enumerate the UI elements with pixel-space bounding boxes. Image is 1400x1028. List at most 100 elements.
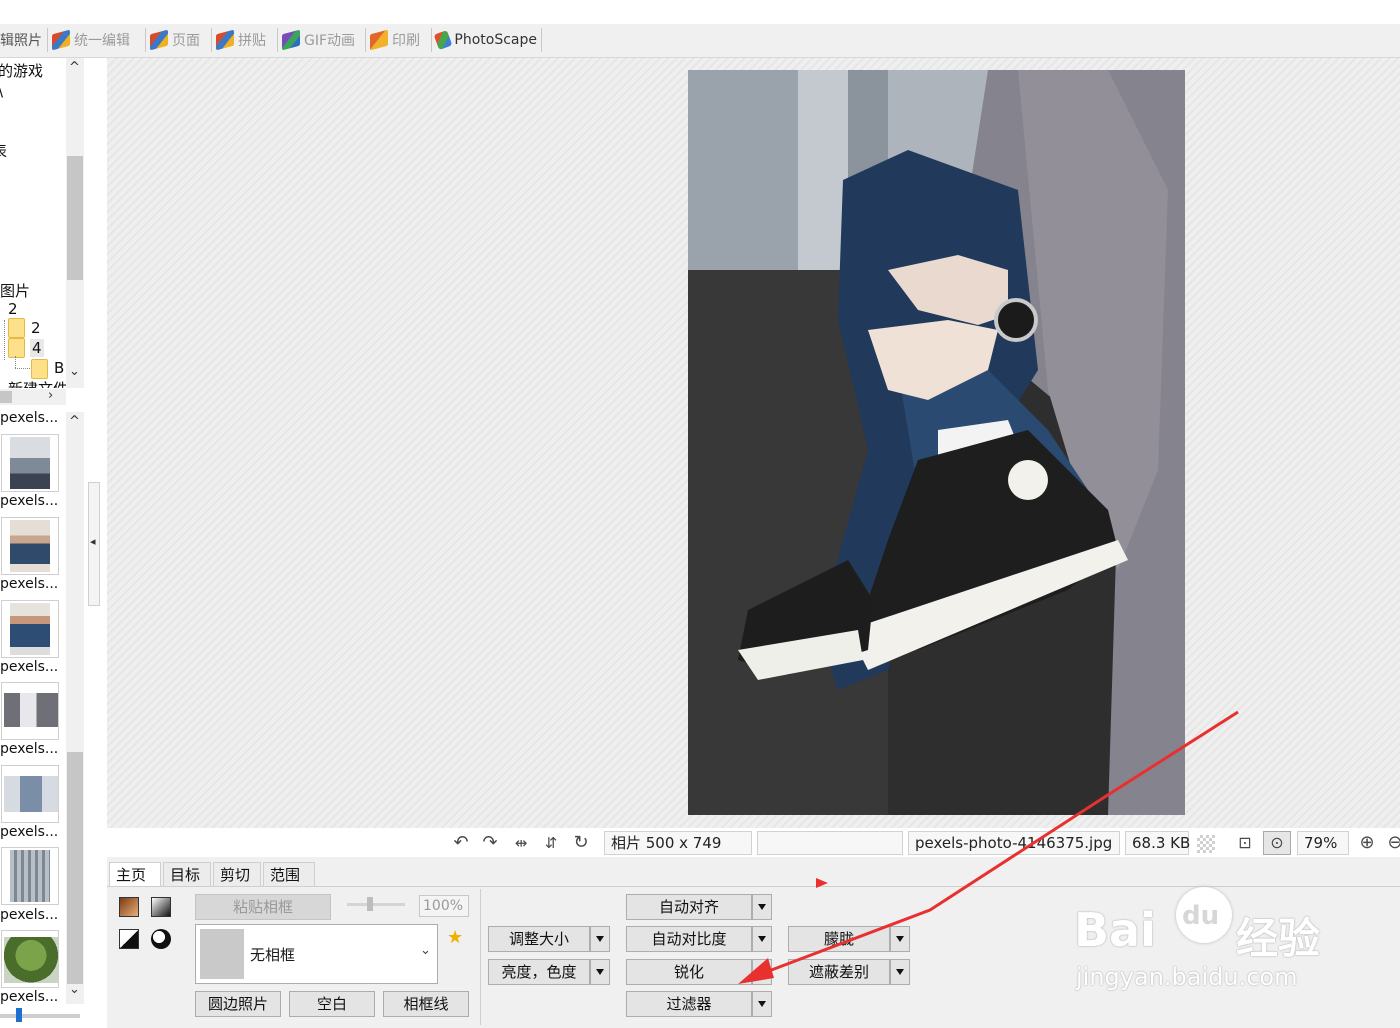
frame-select[interactable]: 无相框 ⌄: [195, 924, 438, 984]
tab-object[interactable]: 目标: [163, 862, 211, 886]
thumbnail[interactable]: [1, 765, 59, 823]
thumbnail-size-slider[interactable]: [0, 1008, 80, 1022]
main-tab-bar: 辑照片 统一编辑 页面 拼贴 GIF动画 印刷 PhotoScape: [0, 24, 1400, 58]
collage-icon: [216, 29, 234, 51]
tree-item[interactable]: 2: [31, 319, 41, 337]
blur-button[interactable]: 朦胧: [788, 926, 890, 952]
grayscale-icon[interactable]: [151, 897, 171, 917]
tab-print[interactable]: 印刷: [370, 28, 432, 52]
thumbnail[interactable]: [1, 517, 59, 575]
zoom-out-icon[interactable]: ⊖: [1385, 833, 1400, 853]
scroll-down-icon[interactable]: ⌄: [69, 982, 80, 997]
scroll-up-icon[interactable]: ^: [69, 60, 80, 75]
invert-icon[interactable]: [119, 929, 139, 949]
backlight-dropdown[interactable]: [890, 959, 910, 985]
filter-button[interactable]: 过滤器: [626, 991, 752, 1017]
photo-size-readout: 相片 500 x 749: [604, 831, 752, 855]
status-empty-field: [757, 831, 903, 855]
tree-item[interactable]: \: [0, 82, 3, 100]
tree-item[interactable]: 图片: [0, 280, 30, 301]
tab-home[interactable]: 主页: [109, 862, 161, 886]
blank-button[interactable]: 空白: [289, 991, 375, 1017]
auto-level-button[interactable]: 自动对齐: [626, 894, 752, 920]
resize-button[interactable]: 调整大小: [488, 926, 590, 952]
tab-label: PhotoScape: [454, 32, 537, 48]
favorite-star-icon[interactable]: ★: [447, 927, 463, 948]
filter-dropdown[interactable]: [752, 991, 772, 1017]
tree-hscrollbar[interactable]: ›: [0, 388, 66, 405]
tab-gif[interactable]: GIF动画: [282, 28, 366, 52]
tree-scrollbar[interactable]: ^ ⌄: [66, 58, 84, 388]
page-icon: [150, 29, 168, 51]
paste-frame-button[interactable]: 粘贴相框: [195, 894, 331, 920]
backlight-button[interactable]: 遮蔽差别: [788, 959, 890, 985]
rotate-right-icon[interactable]: ↷: [480, 833, 500, 853]
brightness-dropdown[interactable]: [590, 959, 610, 985]
refresh-icon[interactable]: ↻: [571, 833, 591, 853]
resize-dropdown[interactable]: [590, 926, 610, 952]
sepia-icon[interactable]: [151, 929, 171, 949]
tree-item[interactable]: 的游戏: [0, 60, 43, 81]
watermark-url: jingyan.baidu.com: [1076, 963, 1298, 991]
folder-icon: [31, 359, 48, 379]
thumbnail[interactable]: [1, 930, 59, 988]
flip-vertical-icon[interactable]: ⇵: [541, 833, 561, 853]
hscroll-thumb[interactable]: [0, 391, 12, 403]
print-icon: [370, 29, 388, 51]
blur-dropdown[interactable]: [890, 926, 910, 952]
zoom-in-icon[interactable]: ⊕: [1357, 833, 1377, 853]
tab-label: GIF动画: [304, 33, 356, 49]
scroll-thumb[interactable]: [67, 156, 83, 280]
slider-handle[interactable]: [16, 1008, 22, 1022]
thumbnail[interactable]: [1, 434, 59, 492]
tab-photoscape[interactable]: PhotoScape: [433, 28, 542, 52]
tree-item[interactable]: 新建文件: [8, 378, 66, 388]
frame-percent-field[interactable]: 100%: [419, 895, 469, 917]
rotate-left-icon[interactable]: ↶: [451, 833, 471, 853]
tab-edit-photo[interactable]: 辑照片: [0, 28, 48, 52]
scroll-thumb[interactable]: [67, 752, 83, 984]
brightness-button[interactable]: 亮度，色度: [488, 959, 590, 985]
thumbnail-scrollbar[interactable]: ^ ⌄: [66, 412, 84, 1004]
auto-level-dropdown[interactable]: [752, 894, 772, 920]
scroll-down-icon[interactable]: ⌄: [69, 364, 80, 379]
flip-horizontal-icon[interactable]: ⇹: [511, 833, 531, 853]
round-photo-button[interactable]: 圆边照片: [195, 991, 281, 1017]
photo-image: [688, 70, 1185, 815]
zoom-actual-icon: ⊙: [1270, 833, 1284, 852]
tab-crop[interactable]: 剪切: [213, 862, 261, 886]
tree-item[interactable]: B: [54, 359, 64, 377]
zoom-fit-icon[interactable]: ⊡: [1235, 833, 1255, 853]
frame-line-button[interactable]: 相框线: [383, 991, 469, 1017]
batch-edit-icon: [52, 29, 70, 51]
checkerboard-icon[interactable]: [1197, 835, 1215, 853]
auto-contrast-dropdown[interactable]: [752, 926, 772, 952]
color-tone-icon[interactable]: [119, 897, 139, 917]
tab-label: 拼贴: [238, 33, 266, 49]
panel-collapse-handle[interactable]: ◂: [88, 482, 100, 606]
thumbnail-image: [10, 520, 50, 572]
thumbnail[interactable]: [1, 847, 59, 905]
auto-contrast-button[interactable]: 自动对比度: [626, 926, 752, 952]
scroll-right-icon[interactable]: ›: [48, 388, 53, 403]
frame-opacity-slider[interactable]: [347, 897, 405, 911]
photo-preview[interactable]: [688, 70, 1185, 815]
tab-range[interactable]: 范围: [263, 862, 315, 886]
tree-item-selected[interactable]: 4: [30, 339, 44, 357]
sharpen-dropdown[interactable]: [752, 959, 772, 985]
tab-batch-edit[interactable]: 统一编辑: [52, 28, 146, 52]
status-bar: ↶ ↷ ⇹ ⇵ ↻ 相片 500 x 749 pexels-photo-4146…: [107, 829, 1400, 857]
thumbnail[interactable]: [1, 600, 59, 658]
tree-item[interactable]: 表: [0, 140, 7, 161]
sharpen-button[interactable]: 锐化: [626, 959, 752, 985]
baidu-paw-icon: du: [1176, 887, 1232, 943]
tree-item[interactable]: 2: [8, 300, 18, 318]
scroll-up-icon[interactable]: ^: [69, 414, 80, 429]
zoom-actual-button[interactable]: ⊙: [1263, 831, 1291, 855]
thumbnail-image: [10, 850, 50, 902]
tab-collage[interactable]: 拼贴: [216, 28, 278, 52]
thumbnail-label: pexels...: [0, 741, 59, 757]
slider-handle[interactable]: [367, 897, 373, 911]
thumbnail[interactable]: [1, 682, 59, 740]
tab-page[interactable]: 页面: [150, 28, 212, 52]
